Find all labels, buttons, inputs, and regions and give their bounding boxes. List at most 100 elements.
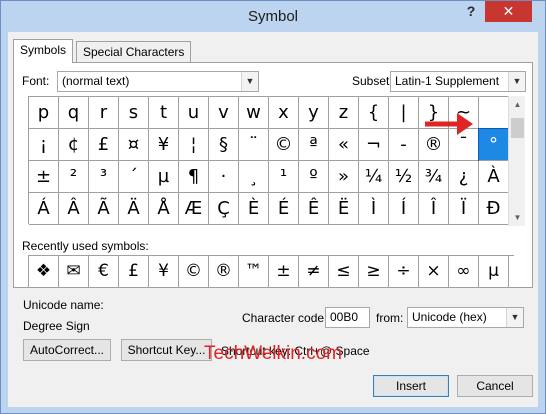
symbol-cell[interactable]: µ xyxy=(149,161,179,193)
recent-symbol-cell[interactable]: ™ xyxy=(239,256,269,288)
symbol-cell[interactable]: w xyxy=(239,97,269,129)
recent-symbol-cell[interactable]: ÷ xyxy=(389,256,419,288)
symbol-cell[interactable]: x xyxy=(269,97,299,129)
symbol-cell[interactable]: º xyxy=(299,161,329,193)
symbol-cell[interactable]: Ã xyxy=(89,193,119,225)
symbol-cell[interactable]: - xyxy=(389,129,419,161)
character-code-input[interactable]: 00B0 xyxy=(325,307,370,328)
recent-symbol-cell[interactable]: µ xyxy=(479,256,509,288)
symbol-cell[interactable]: { xyxy=(359,97,389,129)
close-button[interactable]: ✕ xyxy=(485,1,532,22)
tab-symbols[interactable]: Symbols xyxy=(13,39,74,63)
symbol-cell[interactable]: ³ xyxy=(89,161,119,193)
subset-dropdown[interactable]: Latin-1 Supplement ▼ xyxy=(390,71,526,92)
symbol-cell[interactable]: È xyxy=(239,193,269,225)
symbol-cell[interactable]: ¥ xyxy=(149,129,179,161)
symbol-cell[interactable]: z xyxy=(329,97,359,129)
symbol-cell[interactable]: £ xyxy=(89,129,119,161)
symbol-cell[interactable]: Á xyxy=(29,193,59,225)
symbol-cell[interactable]: ² xyxy=(59,161,89,193)
tab-special-characters-label: Special Characters xyxy=(83,45,185,59)
symbol-cell[interactable]: ¨ xyxy=(239,129,269,161)
recent-symbol-cell[interactable]: ® xyxy=(209,256,239,288)
recent-symbol-cell[interactable]: ❖ xyxy=(29,256,59,288)
recent-symbol-cell[interactable]: ≥ xyxy=(359,256,389,288)
recent-symbol-cell[interactable]: ≠ xyxy=(299,256,329,288)
tab-symbols-label: Symbols xyxy=(20,43,67,57)
symbol-cell[interactable]: | xyxy=(389,97,419,129)
tab-special-characters[interactable]: Special Characters xyxy=(76,41,192,63)
scroll-down-icon[interactable]: ▼ xyxy=(509,209,526,226)
symbol-cell[interactable]: u xyxy=(179,97,209,129)
symbol-cell[interactable]: À xyxy=(479,161,509,193)
recent-symbol-cell[interactable]: ✉ xyxy=(59,256,89,288)
symbol-cell[interactable]: ¡ xyxy=(29,129,59,161)
from-dropdown[interactable]: Unicode (hex) ▼ xyxy=(407,307,524,328)
symbol-cell[interactable]: r xyxy=(89,97,119,129)
symbol-cell[interactable]: t xyxy=(149,97,179,129)
symbol-cell[interactable]: y xyxy=(299,97,329,129)
font-dropdown[interactable]: (normal text) ▼ xyxy=(57,71,259,92)
recent-symbol-cell[interactable]: ¥ xyxy=(149,256,179,288)
recent-symbol-cell[interactable]: € xyxy=(89,256,119,288)
symbol-cell[interactable]: ¶ xyxy=(179,161,209,193)
help-button[interactable]: ? xyxy=(457,1,485,22)
symbol-cell[interactable]: Ï xyxy=(449,193,479,225)
symbol-cell[interactable]: ¦ xyxy=(179,129,209,161)
symbol-cell[interactable]: Æ xyxy=(179,193,209,225)
insert-button[interactable]: Insert xyxy=(373,375,449,397)
scroll-up-icon[interactable]: ▲ xyxy=(509,96,526,113)
symbol-cell[interactable]: ° xyxy=(478,128,510,162)
symbol-cell[interactable]: Ä xyxy=(119,193,149,225)
symbol-cell[interactable]: É xyxy=(269,193,299,225)
symbol-cell[interactable]: ± xyxy=(29,161,59,193)
symbol-cell[interactable] xyxy=(479,97,509,129)
symbol-cell[interactable]: p xyxy=(29,97,59,129)
symbol-cell[interactable]: ¿ xyxy=(449,161,479,193)
symbol-cell[interactable]: Í xyxy=(389,193,419,225)
chevron-down-icon[interactable]: ▼ xyxy=(506,308,523,327)
scroll-thumb[interactable] xyxy=(511,118,524,138)
symbol-cell[interactable]: ¢ xyxy=(59,129,89,161)
unicode-name-label: Unicode name: xyxy=(23,298,104,312)
symbol-cell[interactable]: ª xyxy=(299,129,329,161)
symbol-cell[interactable]: Â xyxy=(59,193,89,225)
symbol-cell[interactable]: ½ xyxy=(389,161,419,193)
recent-symbol-cell[interactable]: ± xyxy=(269,256,299,288)
symbol-cell[interactable]: ¤ xyxy=(119,129,149,161)
autocorrect-button[interactable]: AutoCorrect... xyxy=(23,339,111,361)
symbol-cell[interactable]: ´ xyxy=(119,161,149,193)
symbol-cell[interactable]: Ð xyxy=(479,193,509,225)
symbol-cell[interactable]: ¾ xyxy=(419,161,449,193)
symbol-cell[interactable]: § xyxy=(209,129,239,161)
shortcut-key-button[interactable]: Shortcut Key... xyxy=(121,339,212,361)
symbol-cell[interactable]: © xyxy=(269,129,299,161)
symbol-cell[interactable]: Î xyxy=(419,193,449,225)
recent-symbol-cell[interactable]: ∞ xyxy=(449,256,479,288)
recent-symbol-cell[interactable]: © xyxy=(179,256,209,288)
symbol-cell[interactable]: Ì xyxy=(359,193,389,225)
symbol-cell[interactable]: v xyxy=(209,97,239,129)
chevron-down-icon[interactable]: ▼ xyxy=(241,72,258,91)
symbol-cell[interactable]: · xyxy=(209,161,239,193)
symbol-cell[interactable]: ¹ xyxy=(269,161,299,193)
symbol-cell[interactable]: s xyxy=(119,97,149,129)
symbol-cell[interactable]: « xyxy=(329,129,359,161)
symbol-cell[interactable]: ¼ xyxy=(359,161,389,193)
symbol-cell[interactable]: Ê xyxy=(299,193,329,225)
symbol-cell[interactable]: ¸ xyxy=(239,161,269,193)
symbol-grid-scrollbar[interactable]: ▲ ▼ xyxy=(508,96,525,226)
chevron-down-icon[interactable]: ▼ xyxy=(508,72,525,91)
symbol-cell[interactable]: Ë xyxy=(329,193,359,225)
symbol-cell[interactable]: Å xyxy=(149,193,179,225)
font-value: (normal text) xyxy=(62,74,130,88)
symbol-cell[interactable]: Ç xyxy=(209,193,239,225)
recent-symbol-cell[interactable]: ≤ xyxy=(329,256,359,288)
symbol-cell[interactable]: ¬ xyxy=(359,129,389,161)
cancel-button[interactable]: Cancel xyxy=(457,375,533,397)
symbol-cell[interactable]: q xyxy=(59,97,89,129)
red-arrow-icon xyxy=(425,113,473,135)
symbol-cell[interactable]: » xyxy=(329,161,359,193)
recent-symbol-cell[interactable]: × xyxy=(419,256,449,288)
recent-symbol-cell[interactable]: £ xyxy=(119,256,149,288)
